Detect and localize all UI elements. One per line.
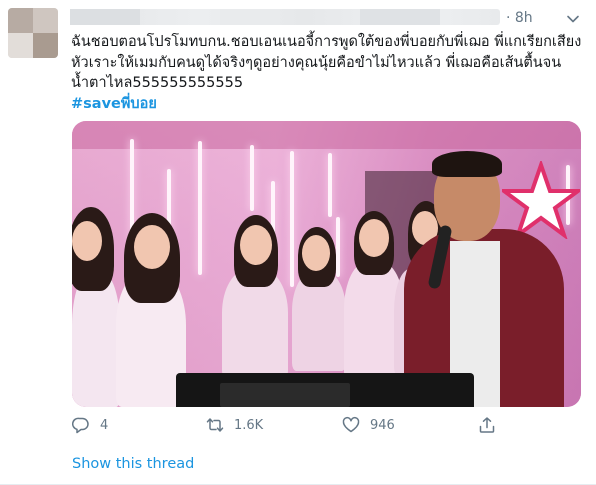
- heart-icon: [342, 417, 360, 433]
- tweet-timestamp[interactable]: · 8h: [506, 10, 533, 26]
- retweet-count: 1.6K: [234, 417, 264, 433]
- like-button[interactable]: 946: [342, 414, 395, 436]
- show-thread-link[interactable]: Show this thread: [72, 456, 194, 472]
- retweet-button[interactable]: 1.6K: [206, 414, 263, 436]
- share-icon: [479, 417, 495, 433]
- retweet-icon: [206, 418, 224, 432]
- share-button[interactable]: [478, 414, 496, 436]
- tweet-card[interactable]: · 8h ฉันชอบตอนโปรโมทบกน.ชอบเอนเนอจี้การพ…: [0, 0, 596, 485]
- tweet-text: ฉันชอบตอนโปรโมทบกน.ชอบเอนเนอจี้การพูดใต้…: [71, 32, 586, 94]
- hashtag-link[interactable]: #saveพี่บอย: [71, 94, 157, 114]
- tweet-text-line: ฉันชอบตอนโปรโมทบกน.ชอบเอนเนอจี้การพูดใต้…: [71, 34, 582, 50]
- tweet-text-line: หัวเราะให้เมมกับคนดูได้จริงๆดูอย่างคุณนุ…: [71, 54, 562, 71]
- reply-count: 4: [100, 417, 109, 433]
- tweet-actions: 4 1.6K 946: [72, 414, 581, 436]
- like-count: 946: [370, 417, 395, 433]
- reply-button[interactable]: 4: [72, 414, 108, 436]
- chevron-down-icon[interactable]: [566, 12, 580, 26]
- avatar[interactable]: [8, 8, 58, 58]
- reply-icon: [72, 417, 89, 434]
- tweet-media-image[interactable]: [72, 121, 581, 407]
- author-name-blurred[interactable]: [70, 9, 500, 25]
- tweet-text-line: น้ำตาไหล555555555555: [71, 75, 244, 91]
